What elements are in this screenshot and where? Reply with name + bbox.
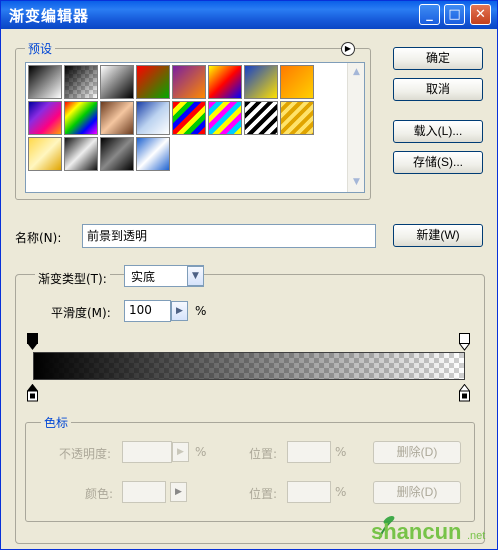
opacity-location-label: 位置: (249, 447, 278, 461)
cancel-button[interactable]: 取消 (393, 78, 483, 101)
opacity-arrow-icon[interactable]: ▶ (172, 442, 189, 462)
preset-swatch[interactable] (28, 65, 62, 99)
delete-opacity-stop-button[interactable]: 删除(D) (373, 441, 461, 464)
color-stops-group (25, 422, 475, 522)
maximize-button[interactable]: □ (444, 4, 465, 25)
window-title: 渐变编辑器 (9, 7, 90, 25)
smoothness-percent: % (195, 304, 207, 318)
new-button[interactable]: 新建(W) (393, 224, 483, 247)
preset-swatch[interactable] (280, 65, 314, 99)
preset-swatch[interactable] (100, 137, 134, 171)
preset-swatch[interactable] (28, 137, 62, 171)
opacity-location-field[interactable] (287, 441, 331, 463)
scroll-up-icon[interactable]: ▲ (349, 65, 364, 80)
svg-text:shancun: shancun (371, 519, 461, 544)
ok-button[interactable]: 确定 (393, 47, 483, 70)
svg-text:.net: .net (467, 530, 485, 542)
opacity-stop-left[interactable] (27, 333, 38, 351)
preset-swatch[interactable] (100, 101, 134, 135)
preset-swatch[interactable] (28, 101, 62, 135)
color-stop-right[interactable] (459, 384, 470, 402)
color-location-percent: % (335, 485, 347, 499)
color-location-label: 位置: (249, 487, 278, 501)
color-location-field[interactable] (287, 481, 331, 503)
delete-color-stop-button[interactable]: 删除(D) (373, 481, 461, 504)
opacity-stop-right[interactable] (459, 333, 470, 351)
save-button[interactable]: 存储(S)... (393, 151, 483, 174)
color-stop-left[interactable] (27, 384, 38, 402)
opacity-field[interactable] (122, 441, 172, 463)
preset-swatch[interactable] (280, 101, 314, 135)
preset-swatch[interactable] (172, 101, 206, 135)
chevron-down-icon[interactable]: ▼ (187, 266, 204, 286)
name-field[interactable]: 前景到透明 (82, 224, 376, 248)
opacity-percent: % (195, 445, 207, 459)
scroll-down-icon[interactable]: ▼ (349, 175, 364, 190)
opacity-location-percent: % (335, 445, 347, 459)
preset-swatch[interactable] (244, 101, 278, 135)
close-button[interactable]: ✕ (470, 4, 491, 25)
opacity-label: 不透明度: (59, 447, 112, 461)
smoothness-arrow-icon[interactable]: ▶ (171, 301, 188, 321)
preset-swatch[interactable] (100, 65, 134, 99)
preset-swatch[interactable] (64, 137, 98, 171)
preset-swatch[interactable] (64, 101, 98, 135)
color-label: 颜色: (85, 487, 114, 501)
gradient-type-label: 渐变类型(T): (35, 270, 110, 287)
color-arrow-icon[interactable]: ▶ (170, 482, 187, 502)
load-button[interactable]: 载入(L)... (393, 120, 483, 143)
minimize-button[interactable]: _ (419, 4, 440, 25)
preset-swatch[interactable] (136, 137, 170, 171)
gradient-editor-window: 渐变编辑器 _ □ ✕ 预设 ▶ ▲ ▼ 确定 取消 载入(L)... 存储(S… (0, 0, 498, 550)
smoothness-field[interactable]: 100 (124, 300, 171, 322)
smoothness-label: 平滑度(M): (51, 306, 111, 320)
presets-scrollbar[interactable]: ▲ ▼ (347, 63, 364, 192)
preset-swatch[interactable] (136, 65, 170, 99)
watermark-logo: shancun .net (369, 511, 491, 545)
preset-swatch[interactable] (64, 65, 98, 99)
presets-legend: 预设 (25, 40, 56, 57)
preset-swatch[interactable] (244, 65, 278, 99)
preset-swatch[interactable] (208, 65, 242, 99)
gradient-preview-bar[interactable] (33, 352, 465, 380)
preset-swatch[interactable] (136, 101, 170, 135)
color-swatch-field[interactable] (122, 481, 166, 503)
preset-swatch[interactable] (208, 101, 242, 135)
presets-list[interactable]: ▲ ▼ (25, 62, 365, 193)
preset-swatch[interactable] (172, 65, 206, 99)
color-stops-legend: 色标 (41, 414, 72, 431)
presets-menu-icon[interactable]: ▶ (341, 42, 355, 56)
gradient-type-value: 实底 (131, 270, 156, 284)
name-label: 名称(N): (15, 231, 62, 245)
title-bar[interactable]: 渐变编辑器 _ □ ✕ (1, 1, 497, 29)
